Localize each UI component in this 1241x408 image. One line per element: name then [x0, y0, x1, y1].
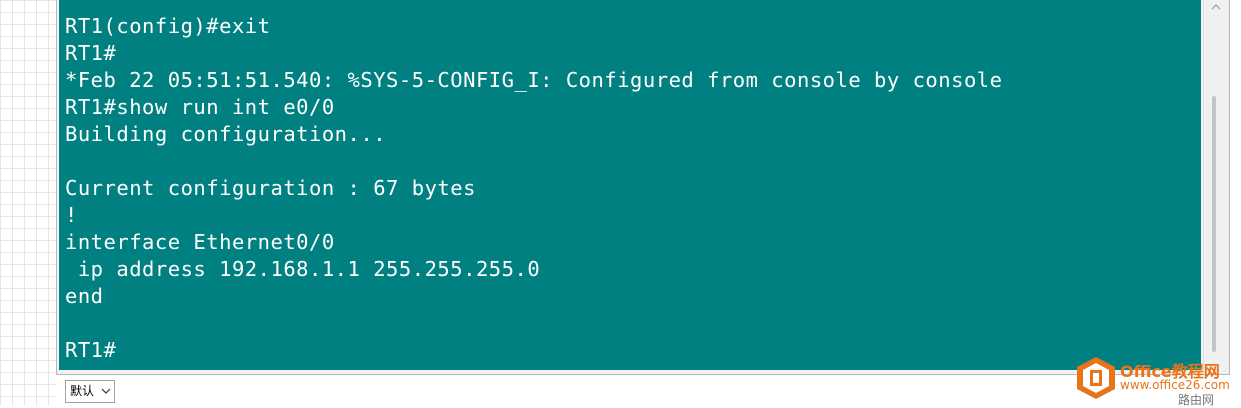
terminal-line: *Feb 22 05:51:51.540: %SYS-5-CONFIG_I: C… [65, 68, 1003, 92]
watermark-sub: 路由网 [1178, 393, 1215, 407]
encoding-select-value: 默认 [70, 384, 95, 398]
terminal-line: Building configuration... [65, 122, 387, 146]
scroll-up-arrow-icon[interactable] [1211, 2, 1221, 12]
scrollbar-thumb[interactable] [1212, 96, 1216, 352]
terminal-line: RT1(config)#exit [65, 14, 271, 38]
background-grid [0, 0, 56, 406]
terminal-output[interactable]: RT1(config)#exit RT1# *Feb 22 05:51:51.5… [59, 0, 1201, 370]
vertical-scrollbar[interactable] [1203, 0, 1228, 372]
terminal-line: ! [65, 203, 78, 227]
terminal-line: RT1# [65, 41, 117, 65]
terminal-lines: RT1(config)#exit RT1# *Feb 22 05:51:51.5… [65, 13, 1002, 364]
terminal-window: RT1(config)#exit RT1# *Feb 22 05:51:51.5… [56, 0, 1230, 375]
terminal-line: end [65, 284, 104, 308]
office-logo-icon [1077, 357, 1115, 399]
terminal-prompt: RT1# [65, 338, 117, 362]
terminal-line: ip address 192.168.1.1 255.255.255.0 [65, 257, 541, 281]
watermark-url: www.office26.com [1120, 378, 1230, 392]
terminal-line: interface Ethernet0/0 [65, 230, 335, 254]
encoding-select[interactable]: 默认 [65, 380, 115, 403]
terminal-line: RT1#show run int e0/0 [65, 95, 335, 119]
chevron-down-icon [101, 388, 111, 394]
watermark: Office教程网 www.office26.com 路由网 [1074, 354, 1241, 407]
terminal-line: Current configuration : 67 bytes [65, 176, 476, 200]
